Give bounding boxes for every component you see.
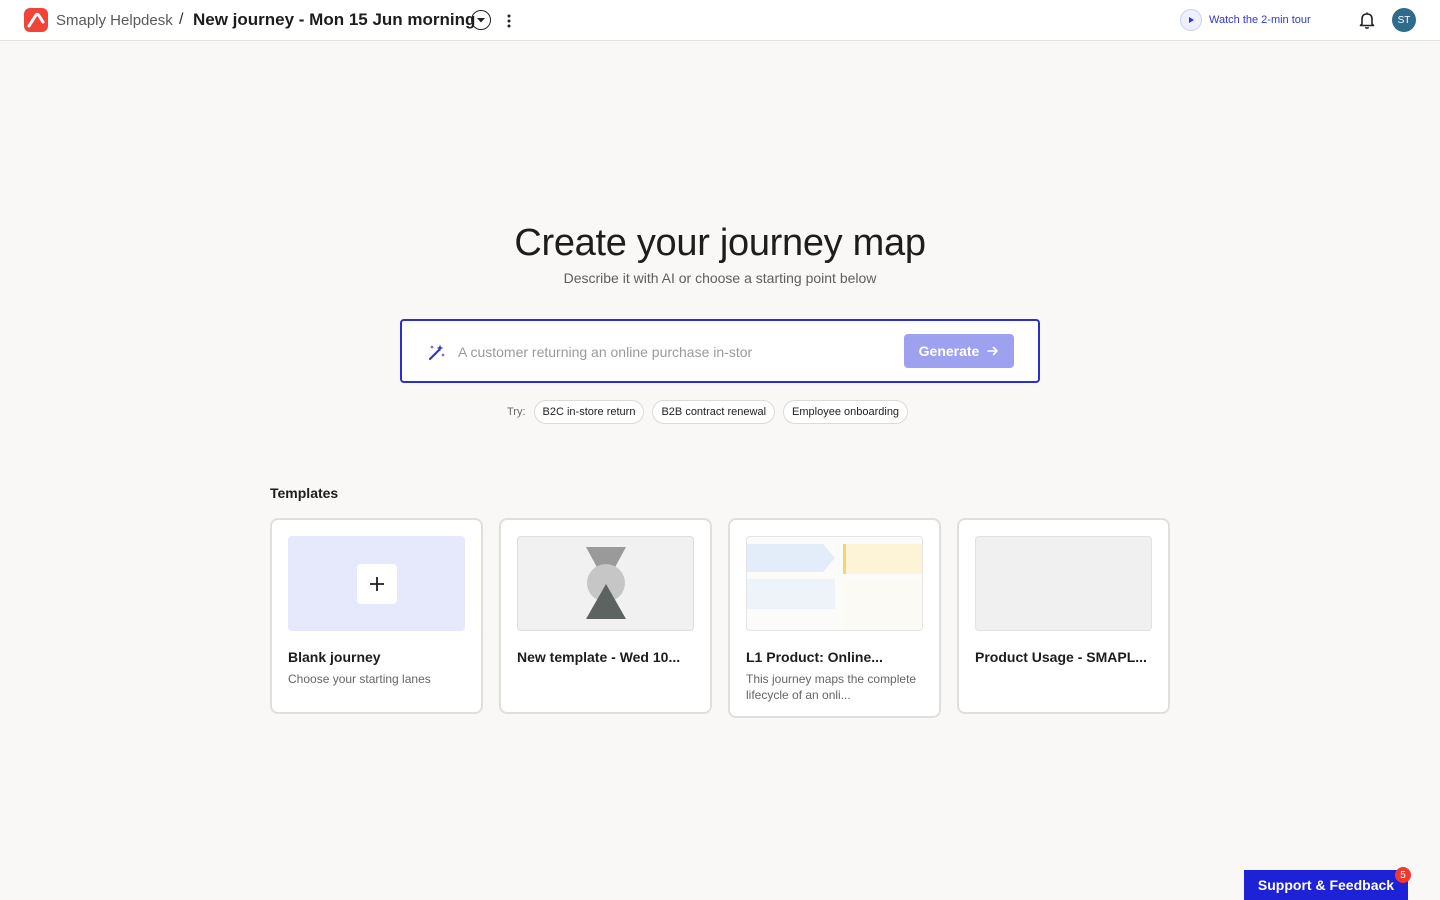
- ai-prompt-box: Generate: [400, 319, 1040, 383]
- breadcrumb-separator: /: [179, 11, 184, 28]
- suggestion-chip[interactable]: B2B contract renewal: [652, 400, 776, 424]
- tour-label: Watch the 2-min tour: [1209, 14, 1311, 26]
- magic-wand-icon: [428, 343, 446, 361]
- breadcrumb-app-name[interactable]: Smaply Helpdesk: [56, 12, 173, 29]
- notifications-bell-icon[interactable]: [1357, 10, 1377, 30]
- play-icon: [1180, 9, 1202, 31]
- try-label: Try:: [507, 406, 526, 418]
- page-title: Create your journey map: [514, 222, 926, 264]
- template-card-description: Choose your starting lanes: [288, 672, 431, 686]
- template-card-title: L1 Product: Online...: [746, 649, 883, 665]
- template-card[interactable]: Product Usage - SMAPL...: [957, 518, 1170, 714]
- template-card[interactable]: New template - Wed 10...: [499, 518, 712, 714]
- plus-icon: [356, 563, 397, 604]
- notification-count-badge: 5: [1395, 867, 1411, 883]
- template-card-title: Product Usage - SMAPL...: [975, 649, 1147, 665]
- template-card[interactable]: L1 Product: Online... This journey maps …: [728, 518, 941, 718]
- template-card-title: New template - Wed 10...: [517, 649, 681, 665]
- generate-button-label: Generate: [918, 343, 980, 359]
- support-feedback-button[interactable]: Support & Feedback: [1244, 870, 1408, 900]
- template-thumbnail: [975, 536, 1152, 631]
- template-card-description: This journey maps the complete lifecycle…: [746, 672, 917, 702]
- journey-title[interactable]: New journey - Mon 15 Jun morning: [193, 10, 475, 30]
- user-avatar[interactable]: ST: [1392, 8, 1416, 32]
- template-thumbnail: [746, 536, 923, 631]
- generate-button[interactable]: Generate: [904, 334, 1014, 368]
- journey-dropdown-icon[interactable]: [471, 10, 491, 30]
- templates-heading: Templates: [270, 485, 339, 501]
- suggestion-chip[interactable]: Employee onboarding: [783, 400, 909, 424]
- ai-prompt-input[interactable]: [458, 339, 888, 365]
- smaply-logo-icon[interactable]: [24, 8, 48, 32]
- more-options-icon[interactable]: [501, 10, 517, 32]
- template-card-blank[interactable]: Blank journey Choose your starting lanes: [270, 518, 483, 714]
- template-thumbnail: [517, 536, 694, 631]
- watch-tour-link[interactable]: Watch the 2-min tour: [1180, 9, 1311, 31]
- suggestions-row: Try: B2C in-store return B2B contract re…: [507, 400, 916, 424]
- top-bar: Smaply Helpdesk / New journey - Mon 15 J…: [0, 0, 1440, 41]
- support-feedback-label: Support & Feedback: [1257, 877, 1395, 893]
- blank-journey-thumbnail: [288, 536, 465, 631]
- page-subtitle: Describe it with AI or choose a starting…: [563, 270, 877, 286]
- arrow-right-icon: [987, 346, 999, 356]
- template-card-title: Blank journey: [288, 649, 381, 665]
- suggestion-chip[interactable]: B2C in-store return: [533, 400, 645, 424]
